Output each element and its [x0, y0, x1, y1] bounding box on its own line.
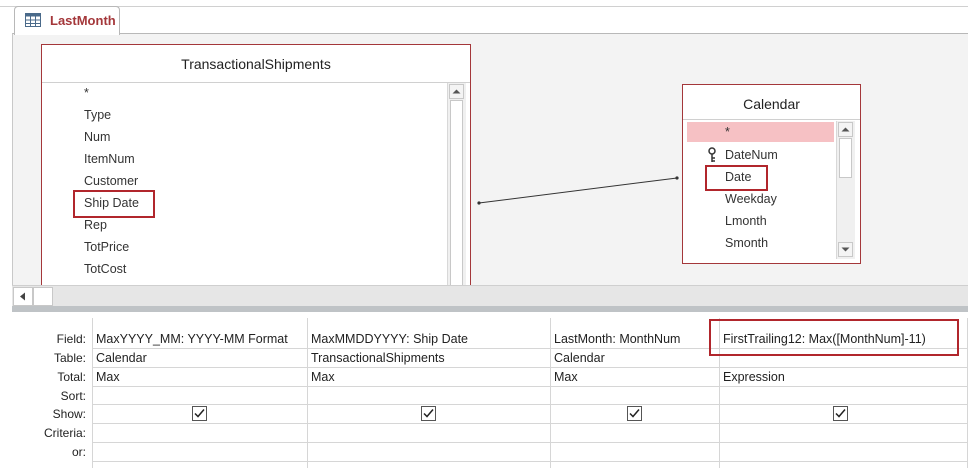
field-all[interactable]: *	[84, 86, 89, 100]
column-4-show-checkbox[interactable]	[833, 406, 848, 421]
grid-line	[307, 318, 308, 468]
design-horizontal-scrollbar[interactable]	[12, 285, 968, 307]
field-datenum[interactable]: DateNum	[725, 148, 778, 162]
field-itemnum[interactable]: ItemNum	[84, 152, 135, 166]
grid-line	[92, 367, 968, 368]
column-1-show-checkbox[interactable]	[192, 406, 207, 421]
grid-line	[92, 442, 968, 443]
title-divider	[42, 82, 470, 83]
column-3-show-checkbox[interactable]	[627, 406, 642, 421]
table-vertical-scrollbar[interactable]	[447, 83, 466, 290]
scroll-up-button[interactable]	[449, 84, 464, 99]
scroll-left-button[interactable]	[13, 287, 33, 306]
column-2-show-checkbox[interactable]	[421, 406, 436, 421]
field-totprice[interactable]: TotPrice	[84, 240, 129, 254]
field-customer[interactable]: Customer	[84, 174, 138, 188]
checkmark-icon	[194, 409, 205, 418]
column-1-field[interactable]: MaxYYYY_MM: YYYY-MM Format	[96, 332, 304, 346]
column-1-total[interactable]: Max	[96, 370, 304, 384]
tab-lastmonth[interactable]: LastMonth	[14, 6, 120, 35]
expression-highlight	[709, 319, 959, 356]
join-endpoint	[675, 176, 679, 180]
table-title[interactable]: Calendar	[683, 96, 860, 112]
grid-line	[550, 318, 551, 468]
query-design-icon	[25, 13, 41, 27]
grid-line	[92, 318, 93, 468]
grid-line	[92, 461, 968, 462]
column-2-table[interactable]: TransactionalShipments	[311, 351, 547, 365]
table-transactionalshipments[interactable]: TransactionalShipments * Type Num ItemNu…	[41, 44, 471, 291]
column-1-table[interactable]: Calendar	[96, 351, 304, 365]
column-2-field[interactable]: MaxMMDDYYYY: Ship Date	[311, 332, 547, 346]
table-vertical-scrollbar[interactable]	[836, 121, 855, 259]
column-2-total[interactable]: Max	[311, 370, 547, 384]
column-3-total[interactable]: Max	[554, 370, 717, 384]
column-3-table[interactable]: Calendar	[554, 351, 717, 365]
field-smonth[interactable]: Smonth	[725, 236, 768, 250]
row-label-show: Show:	[52, 407, 86, 421]
row-label-sort: Sort:	[60, 389, 86, 403]
grid-line	[92, 386, 968, 387]
row-label-total: Total:	[57, 370, 86, 384]
scroll-thumb[interactable]	[450, 100, 463, 290]
row-label-field: Field:	[56, 332, 86, 346]
title-divider	[683, 119, 860, 120]
field-weekday[interactable]: Weekday	[725, 192, 777, 206]
column-4-total[interactable]: Expression	[723, 370, 959, 384]
row-label-table: Table:	[53, 351, 86, 365]
query-design-grid[interactable]: Field: Table: Total: Sort: Show: Criteri…	[12, 312, 968, 468]
table-design-pane[interactable]: TransactionalShipments * Type Num ItemNu…	[12, 33, 968, 291]
field-totcost[interactable]: TotCost	[84, 262, 126, 276]
scroll-thumb[interactable]	[33, 287, 53, 306]
scroll-up-button[interactable]	[838, 122, 853, 137]
checkmark-icon	[423, 409, 434, 418]
table-title[interactable]: TransactionalShipments	[42, 56, 470, 72]
chevron-down-icon	[841, 247, 850, 252]
row-label-criteria: Criteria:	[43, 426, 86, 440]
date-highlight	[705, 165, 768, 191]
selected-row-highlight	[687, 122, 834, 142]
ribbon-edge	[0, 0, 968, 7]
chevron-up-icon	[452, 89, 461, 94]
table-calendar[interactable]: Calendar * DateNum Date Weekday Lmonth S…	[682, 84, 861, 264]
row-label-or: or:	[71, 445, 86, 459]
scroll-thumb[interactable]	[839, 138, 852, 178]
checkmark-icon	[629, 409, 640, 418]
grid-line	[92, 404, 968, 405]
field-lmonth[interactable]: Lmonth	[725, 214, 767, 228]
column-3-field[interactable]: LastMonth: MonthNum	[554, 332, 717, 346]
primary-key-icon	[708, 147, 716, 162]
join-endpoint	[477, 201, 481, 205]
checkmark-icon	[835, 409, 846, 418]
field-all[interactable]: *	[725, 125, 730, 139]
tab-label: LastMonth	[50, 13, 116, 28]
chevron-left-icon	[20, 292, 25, 301]
ship-date-highlight	[73, 190, 155, 218]
field-type[interactable]: Type	[84, 108, 111, 122]
grid-line	[92, 423, 968, 424]
scroll-down-button[interactable]	[838, 242, 853, 257]
chevron-up-icon	[841, 127, 850, 132]
field-rep[interactable]: Rep	[84, 218, 107, 232]
field-num[interactable]: Num	[84, 130, 110, 144]
